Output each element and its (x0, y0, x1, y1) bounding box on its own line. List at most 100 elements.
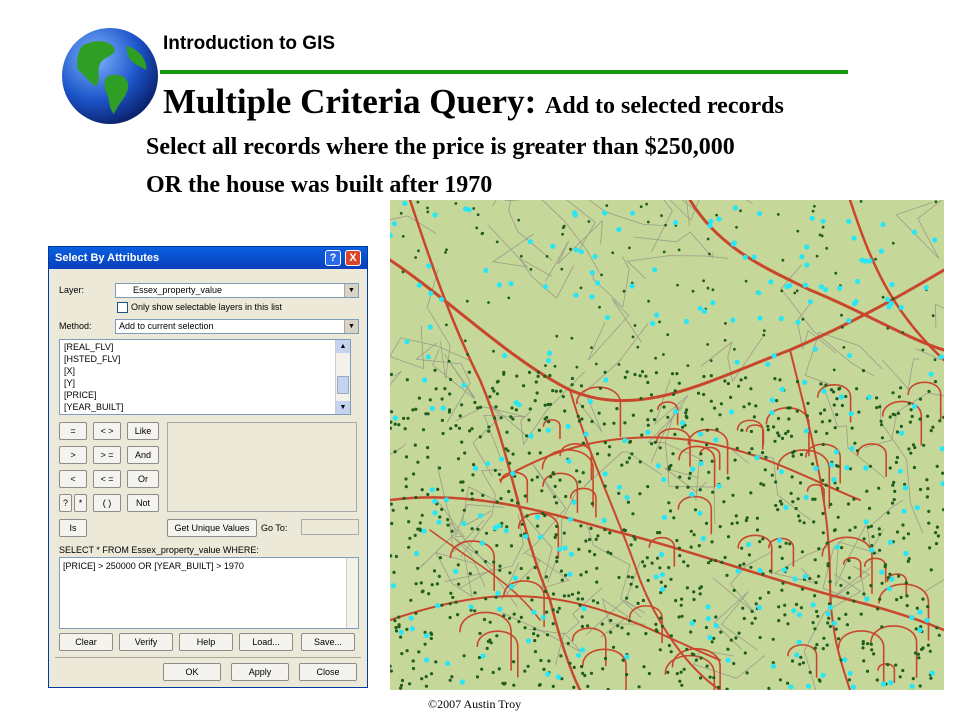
parcel-point (815, 643, 819, 647)
expression-scrollbar[interactable] (346, 558, 358, 628)
parcel-map[interactable] (390, 200, 944, 690)
parcel-point (484, 560, 488, 564)
parcel-point (417, 249, 420, 253)
parcel-point (407, 545, 411, 549)
parcel-point (811, 462, 815, 466)
parcel-point (880, 436, 884, 440)
selected-parcel-point (887, 539, 893, 545)
selected-parcel-point (889, 281, 895, 288)
chevron-down-icon[interactable]: ▼ (344, 320, 358, 333)
parcel-point (892, 498, 896, 502)
is-button[interactable]: Is (59, 519, 87, 537)
parcel-point (536, 524, 540, 528)
parcel-point (557, 606, 561, 610)
method-select[interactable]: Add to current selection ▼ (115, 319, 359, 334)
chevron-down-icon[interactable]: ▼ (344, 284, 358, 297)
parcel-point (509, 544, 514, 548)
get-unique-values-button[interactable]: Get Unique Values (167, 519, 257, 537)
parcel-point (512, 612, 516, 616)
layer-select[interactable]: Essex_property_value ▼ (115, 283, 359, 298)
parcel-point (533, 639, 537, 643)
save-button[interactable]: Save... (301, 633, 355, 651)
parentheses-button[interactable]: ( ) (93, 494, 121, 512)
list-item[interactable]: [HSTED_FLV] (64, 354, 120, 364)
selected-parcel-point (527, 239, 533, 245)
expression-textarea[interactable]: [PRICE] > 250000 OR [YEAR_BUILT] > 1970 (59, 557, 359, 629)
wildcard-multi-button[interactable]: * (74, 494, 87, 512)
selected-parcel-point (416, 282, 422, 288)
scroll-down-icon[interactable]: ▼ (336, 401, 350, 414)
parcel-point (853, 525, 857, 529)
parcel-point (511, 452, 515, 456)
parcel-point (485, 646, 489, 650)
parcel-point (712, 636, 716, 640)
parcel-point (641, 560, 645, 564)
selected-parcel-point (459, 679, 465, 685)
parcel-point (680, 614, 684, 618)
parcel-point (526, 576, 530, 580)
selected-parcel-point (579, 647, 586, 653)
list-item[interactable]: [YEAR_BUILT] (64, 402, 123, 412)
wildcard-single-button[interactable]: ? (59, 494, 72, 512)
equals-button[interactable]: = (59, 422, 87, 440)
verify-button[interactable]: Verify (119, 633, 173, 651)
parcel-point (726, 476, 730, 480)
not-button[interactable]: Not (127, 494, 159, 512)
selected-parcel-point (779, 386, 785, 392)
field-list[interactable]: [REAL_FLV] [HSTED_FLV] [X] [Y] [PRICE] [… (59, 339, 351, 415)
load-button[interactable]: Load... (239, 633, 293, 651)
parcel-point (647, 671, 651, 676)
parcel-point (534, 380, 538, 384)
unique-values-list[interactable] (167, 422, 357, 512)
list-item[interactable]: [PRICE] (64, 390, 97, 400)
scroll-up-icon[interactable]: ▲ (336, 340, 350, 353)
selected-parcel-point (616, 226, 622, 233)
close-button[interactable]: Close (299, 663, 357, 681)
parcel-point (590, 502, 594, 506)
parcel-point (617, 491, 621, 495)
selected-parcel-point (473, 465, 479, 471)
scroll-thumb[interactable] (337, 376, 349, 394)
not-equal-button[interactable]: < > (93, 422, 121, 440)
parcel-point (460, 403, 464, 407)
selected-parcel-point (496, 282, 502, 288)
only-selectable-checkbox[interactable] (117, 302, 128, 313)
parcel-point (428, 398, 432, 402)
help-button[interactable]: Help (179, 633, 233, 651)
ok-button[interactable]: OK (163, 663, 221, 681)
parcel-point (846, 591, 850, 595)
less-equal-button[interactable]: < = (93, 470, 121, 488)
parcel-point (505, 430, 509, 434)
parcel-point (931, 314, 935, 318)
clear-button[interactable]: Clear (59, 633, 113, 651)
parcel-point (628, 440, 632, 444)
greater-equal-button[interactable]: > = (93, 446, 121, 464)
parcel-point (440, 397, 444, 401)
parcel-point (472, 463, 476, 467)
help-icon[interactable]: ? (325, 250, 341, 266)
parcel-point (897, 574, 901, 578)
parcel-point (432, 569, 437, 573)
like-button[interactable]: Like (127, 422, 159, 440)
list-item[interactable]: [Y] (64, 378, 75, 388)
selected-parcel-point (409, 626, 415, 632)
greater-than-button[interactable]: > (59, 446, 87, 464)
close-icon[interactable]: X (345, 250, 361, 266)
parcel-point (886, 511, 890, 515)
and-button[interactable]: And (127, 446, 159, 464)
selected-parcel-point (911, 403, 918, 409)
parcel-point (786, 681, 790, 685)
parcel-point (611, 645, 616, 649)
list-item[interactable]: [REAL_FLV] (64, 342, 113, 352)
goto-input[interactable] (301, 519, 359, 535)
list-item[interactable]: [X] (64, 366, 75, 376)
selected-parcel-point (713, 623, 719, 629)
parcel-point (781, 258, 785, 262)
less-than-button[interactable]: < (59, 470, 87, 488)
parcel-point (692, 590, 696, 594)
field-list-scrollbar[interactable]: ▲ ▼ (335, 340, 350, 414)
selected-parcel-point (653, 574, 659, 580)
apply-button[interactable]: Apply (231, 663, 289, 681)
parcel-point (742, 405, 746, 409)
or-button[interactable]: Or (127, 470, 159, 488)
